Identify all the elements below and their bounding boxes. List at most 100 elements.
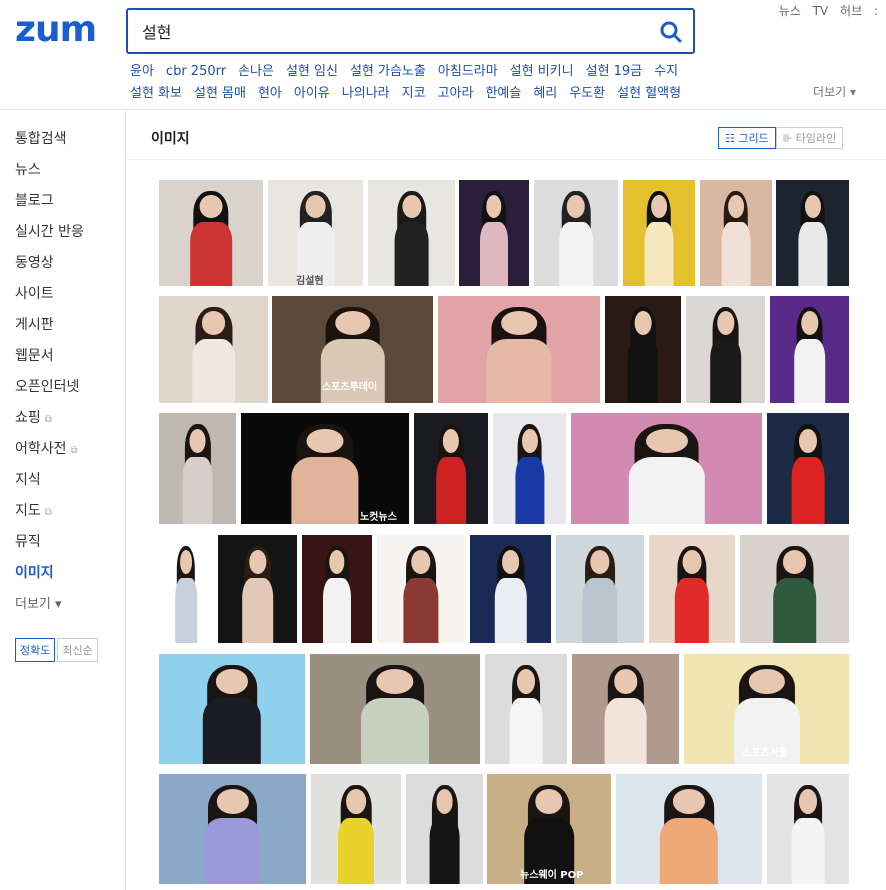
photo-subject-body [429,818,460,884]
photo-subject-face [782,550,807,574]
photo-subject-face [590,550,610,574]
photo-subject-body [797,222,828,286]
photo-subject-face [180,550,192,574]
photo-subject-body [627,338,659,403]
image-result-thumbnail[interactable] [740,535,849,643]
image-result-thumbnail[interactable] [302,535,372,643]
photo-subject-body [241,578,274,643]
image-watermark-caption: 스포츠서울 [742,748,788,759]
image-result-thumbnail[interactable] [159,774,306,884]
photo-subject-body [338,818,374,884]
image-result-thumbnail[interactable] [159,654,305,764]
photo-subject-body [175,578,197,643]
image-result-thumbnail[interactable] [159,180,263,286]
photo-subject-body [291,457,359,524]
photo-subject-face [411,550,431,574]
photo-subject-face [728,194,744,219]
photo-subject-face [501,550,520,574]
image-result-thumbnail[interactable] [605,296,681,403]
photo-subject-face [798,789,818,814]
photo-subject-body [791,818,825,884]
image-result-thumbnail[interactable] [485,654,567,764]
photo-subject-body [721,222,751,286]
image-result-thumbnail[interactable] [493,413,566,524]
image-watermark-caption: 김설현 [296,276,324,287]
photo-subject-face [716,310,735,335]
image-result-thumbnail[interactable] [649,535,735,643]
photo-subject-body [659,818,719,884]
photo-subject-face [682,550,702,574]
photo-subject-body [514,457,545,524]
photo-subject-body [644,222,674,286]
photo-subject-body [203,818,262,884]
image-result-thumbnail[interactable] [406,774,483,884]
photo-subject-body [486,338,552,403]
photo-subject-face [651,194,667,219]
photo-subject-body [494,578,527,643]
photo-subject-body [403,578,439,643]
photo-subject-face [248,550,267,574]
image-result-thumbnail[interactable] [767,413,849,524]
image-result-thumbnail[interactable] [534,180,618,286]
photo-subject-body [604,698,647,764]
photo-subject-face [436,789,453,814]
photo-subject-body [190,222,232,286]
image-result-thumbnail[interactable] [377,535,465,643]
image-watermark-caption: 뉴스웨이 POP [520,870,584,881]
photo-subject-body [674,578,710,643]
image-result-thumbnail[interactable] [556,535,644,643]
image-result-thumbnail[interactable] [770,296,849,403]
image-result-thumbnail[interactable] [767,774,849,884]
photo-subject-face [613,669,638,694]
photo-subject-body [191,338,236,403]
image-watermark-caption: 노컷뉴스 [360,512,397,523]
photo-subject-face [305,194,326,219]
photo-subject-body [361,698,429,764]
photo-subject-face [199,194,223,219]
photo-subject-body [202,698,262,764]
image-result-thumbnail[interactable] [310,654,480,764]
image-result-thumbnail[interactable] [572,654,679,764]
image-result-thumbnail[interactable] [218,535,297,643]
image-result-thumbnail[interactable] [311,774,401,884]
image-result-thumbnail[interactable] [159,296,268,403]
photo-subject-body [772,578,817,643]
photo-subject-face [634,310,652,335]
photo-subject-body [582,578,618,643]
image-result-thumbnail[interactable] [616,774,762,884]
photo-subject-body [793,338,826,403]
photo-subject-body [320,338,385,403]
photo-subject-body [509,698,543,764]
image-result-thumbnail[interactable] [571,413,762,524]
image-watermark-caption: 스포츠투데이 [322,382,378,393]
photo-subject-body [436,457,466,524]
photo-subject-body [182,457,213,524]
image-result-thumbnail[interactable] [368,180,455,286]
image-result-thumbnail[interactable] [414,413,488,524]
photo-subject-body [791,457,825,524]
photo-subject-body [559,222,593,286]
image-result-thumbnail[interactable] [159,413,236,524]
photo-subject-body [323,578,351,643]
photo-subject-face [329,550,345,574]
image-result-thumbnail[interactable] [686,296,765,403]
photo-subject-face [334,310,371,335]
image-result-thumbnail[interactable] [623,180,695,286]
image-result-thumbnail[interactable] [438,296,600,403]
image-result-thumbnail[interactable] [700,180,772,286]
photo-subject-face [201,310,226,335]
image-result-thumbnail[interactable] [470,535,551,643]
photo-subject-body [628,457,705,524]
photo-subject-face [516,669,536,694]
image-result-thumbnail[interactable] [776,180,849,286]
photo-subject-face [800,310,819,335]
photo-subject-body [709,338,742,403]
image-grid: 김설현스포츠투데이노컷뉴스스포츠서울뉴스웨이 POP [0,0,886,890]
image-result-thumbnail[interactable] [159,535,213,643]
image-result-thumbnail[interactable] [268,180,363,286]
image-result-thumbnail[interactable] [459,180,529,286]
photo-subject-body [394,222,429,286]
photo-subject-face [501,310,537,335]
photo-subject-body [480,222,508,286]
photo-subject-face [346,789,366,814]
